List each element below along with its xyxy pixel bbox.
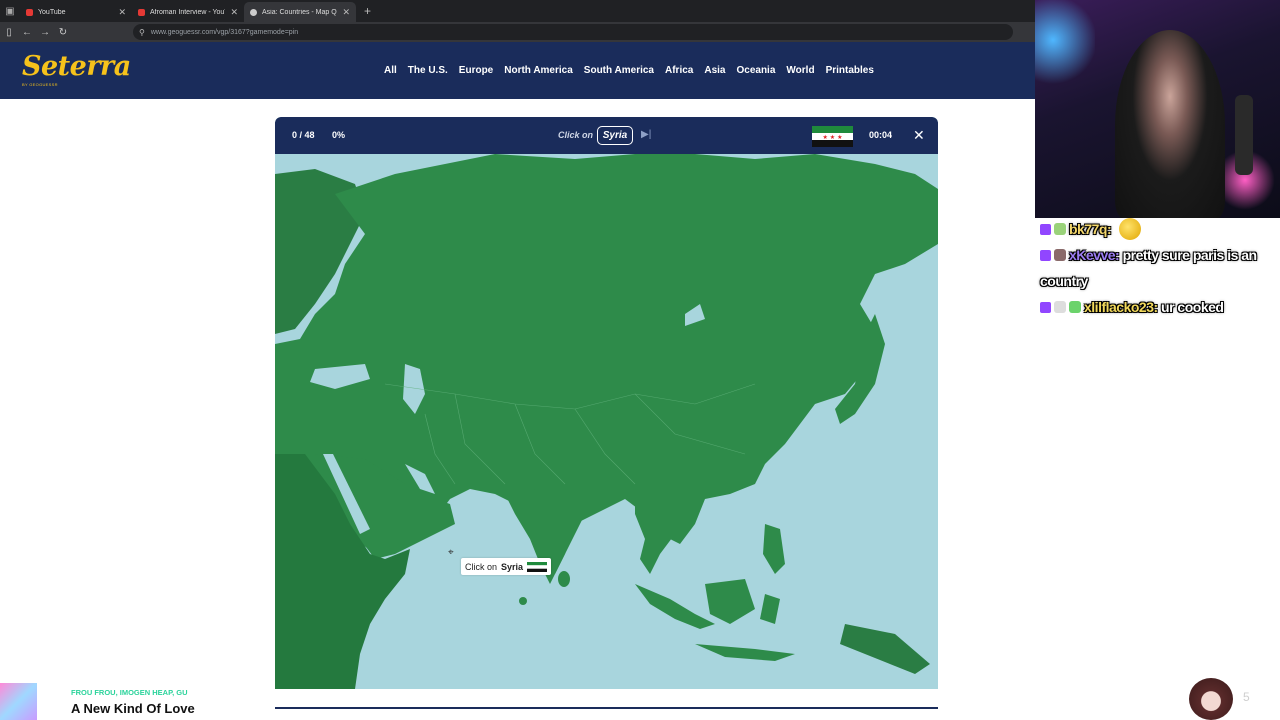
- tooltip-target: Syria: [501, 561, 524, 572]
- maldives: [519, 597, 527, 605]
- target-country: Syria: [597, 126, 633, 145]
- user-badge-icon: [1069, 301, 1081, 313]
- nav-printables[interactable]: Printables: [826, 65, 874, 76]
- song-artist: FROU FROU, IMOGEN HEAP, GU: [71, 688, 188, 697]
- nav-us[interactable]: The U.S.: [408, 65, 448, 76]
- tab-title: YouTube: [38, 8, 66, 16]
- album-art: [0, 683, 37, 720]
- chat-username: xKevve:: [1069, 247, 1120, 263]
- tab-youtube[interactable]: YouTube ✕: [20, 2, 132, 22]
- syria-flag-icon: ★ ★ ★: [812, 126, 853, 147]
- nav-world[interactable]: World: [786, 65, 814, 76]
- cursor-tooltip: Click on Syria: [461, 558, 551, 575]
- main-nav: All The U.S. Europe North America South …: [384, 65, 874, 76]
- chat-text: ur cooked: [1161, 299, 1224, 315]
- chat-message: bk77q:: [1040, 216, 1280, 242]
- mouse-cursor-icon: ⌖: [448, 547, 454, 558]
- led-lights: [1035, 0, 1095, 100]
- new-tab-icon[interactable]: +: [364, 4, 371, 18]
- url-text: www.geoguessr.com/vgp/3167?gamemode=pin: [150, 28, 299, 36]
- seterra-logo[interactable]: Seterra: [22, 51, 131, 82]
- youtube-favicon-icon: [138, 8, 145, 16]
- nav-europe[interactable]: Europe: [459, 65, 493, 76]
- close-tab-icon[interactable]: ✕: [342, 7, 350, 18]
- chat-message: xlilflacko23: ur cooked: [1040, 294, 1280, 320]
- now-playing-widget: FROU FROU, IMOGEN HEAP, GU A New Kind Of…: [0, 683, 196, 720]
- user-badge-icon: [1054, 301, 1066, 313]
- streamer-avatar: [1189, 678, 1233, 720]
- syria-flag-icon: [527, 561, 548, 572]
- asia-map[interactable]: [275, 154, 938, 689]
- score-counter: 0 / 48: [292, 130, 315, 140]
- streamer: [1115, 30, 1225, 218]
- close-tab-icon[interactable]: ✕: [118, 7, 126, 18]
- twitch-badge-icon: [1040, 302, 1051, 313]
- chat-overlay: bk77q: xKevve: pretty sure paris is an c…: [1040, 216, 1280, 320]
- svg-text:★ ★ ★: ★ ★ ★: [823, 134, 843, 141]
- quiz-panel: 0 / 48 0% Click on Syria ▶| ★ ★ ★ 00:04 …: [275, 117, 938, 689]
- divider: [275, 707, 938, 709]
- browser-tab-bar: ▣ YouTube ✕ Afroman Interview - YouTube …: [0, 0, 1035, 22]
- emote-icon: [1118, 218, 1141, 240]
- close-tab-icon[interactable]: ✕: [230, 7, 238, 18]
- forward-icon[interactable]: →: [36, 27, 54, 38]
- prompt-label: Click on: [558, 130, 594, 140]
- sidebar-icon[interactable]: ▯: [0, 27, 18, 38]
- chat-username: xlilflacko23:: [1084, 299, 1158, 315]
- webcam-feed: [1035, 0, 1280, 218]
- youtube-favicon-icon: [26, 8, 33, 16]
- reload-icon[interactable]: ↻: [54, 27, 72, 38]
- song-title: A New Kind Of Love: [71, 701, 195, 716]
- user-badge-icon: [1054, 223, 1066, 235]
- seterra-favicon-icon: [250, 8, 257, 16]
- skip-icon[interactable]: ▶|: [641, 129, 651, 140]
- nav-south-america[interactable]: South America: [584, 65, 654, 76]
- nav-africa[interactable]: Africa: [665, 65, 693, 76]
- nav-north-america[interactable]: North America: [504, 65, 573, 76]
- tab-title: Asia: Countries - Map Quiz Gar: [262, 8, 337, 16]
- sri-lanka: [558, 571, 570, 587]
- close-icon[interactable]: ✕: [913, 127, 925, 144]
- tab-seterra[interactable]: Asia: Countries - Map Quiz Gar ✕: [244, 2, 356, 22]
- tab-afroman[interactable]: Afroman Interview - YouTube ✕: [132, 2, 244, 22]
- chat-message: xKevve: pretty sure paris is an country: [1040, 242, 1280, 294]
- nav-oceania[interactable]: Oceania: [736, 65, 775, 76]
- chat-username: bk77q:: [1069, 221, 1112, 237]
- tab-title: Afroman Interview - YouTube: [150, 8, 225, 16]
- browser-toolbar: ▯ ← → ↻ ⚲ www.geoguessr.com/vgp/3167?gam…: [0, 22, 1035, 42]
- site-info-icon[interactable]: ⚲: [139, 28, 145, 37]
- screen: ▣ YouTube ✕ Afroman Interview - YouTube …: [0, 0, 1280, 720]
- nav-all[interactable]: All: [384, 65, 397, 76]
- tab-search-icon[interactable]: ▣: [0, 0, 20, 22]
- overlay-counter: 5: [1243, 690, 1250, 704]
- tooltip-label: Click on: [465, 561, 498, 572]
- address-bar[interactable]: ⚲ www.geoguessr.com/vgp/3167?gamemode=pi…: [133, 24, 1013, 40]
- nav-asia[interactable]: Asia: [704, 65, 725, 76]
- quiz-toolbar: 0 / 48 0% Click on Syria ▶| ★ ★ ★ 00:04 …: [275, 117, 938, 154]
- site-header: Seterra BY GEOGUESSR All The U.S. Europe…: [0, 42, 1035, 99]
- twitch-badge-icon: [1040, 224, 1051, 235]
- logo-byline: BY GEOGUESSR: [22, 82, 58, 87]
- user-badge-icon: [1054, 249, 1066, 261]
- twitch-badge-icon: [1040, 250, 1051, 261]
- score-percent: 0%: [332, 130, 346, 140]
- back-icon[interactable]: ←: [18, 27, 36, 38]
- timer: 00:04: [869, 130, 893, 140]
- microphone-icon: [1235, 95, 1253, 175]
